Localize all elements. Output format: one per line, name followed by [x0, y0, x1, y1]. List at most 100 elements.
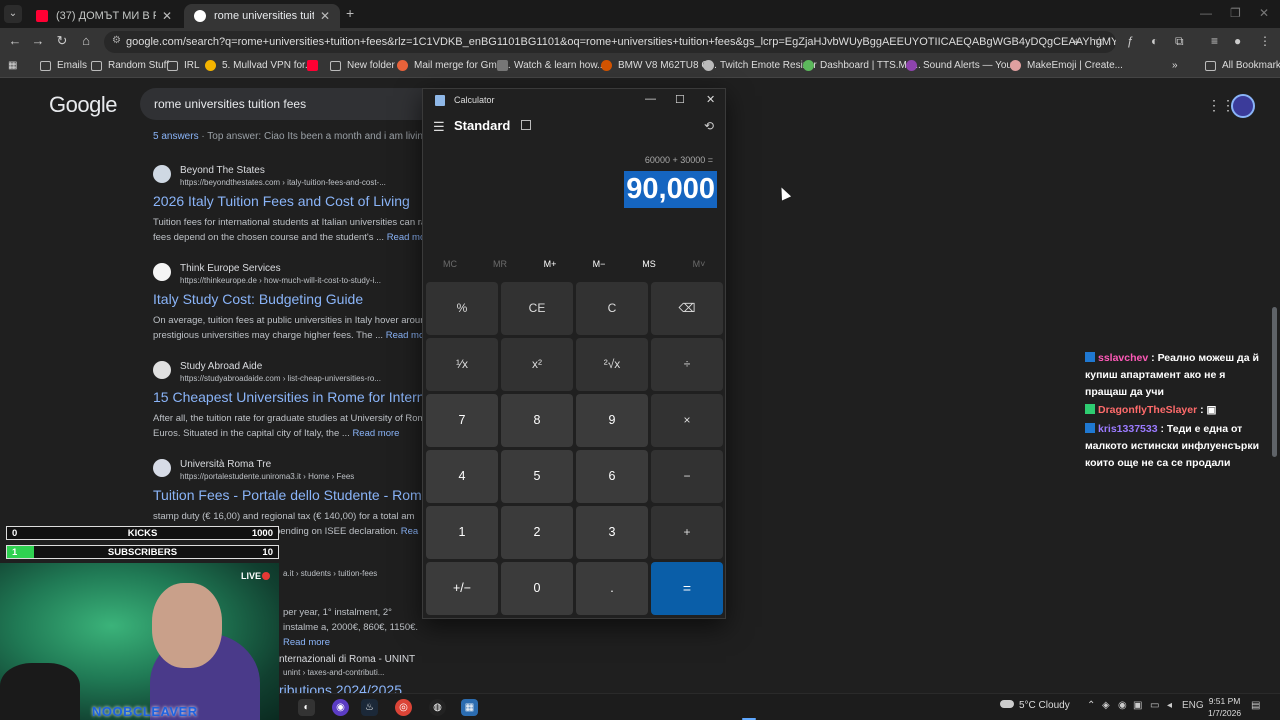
memory-list-button[interactable]: M˅ [674, 259, 724, 269]
calculator-titlebar[interactable]: Calculator — ☐ ✕ [423, 89, 725, 111]
digit-5-button[interactable]: 5 [501, 450, 573, 503]
divide-button[interactable]: ÷ [651, 338, 723, 391]
tray-app-icon[interactable]: ◉ [1118, 700, 1127, 711]
volume-icon[interactable]: ◂ [1167, 700, 1172, 711]
maximize-icon[interactable]: ❐ [1230, 6, 1241, 20]
negate-button[interactable]: +/− [426, 562, 498, 615]
menu-dots-icon[interactable]: ⋮ [1259, 34, 1271, 48]
tab-youtube[interactable]: (37) ДОМЪТ МИ В РИМ| Добр ✕ [26, 4, 182, 28]
square-button[interactable]: x² [501, 338, 573, 391]
bookmark-new-folder[interactable]: New folder [330, 60, 395, 71]
page-scrollbar[interactable] [1272, 307, 1277, 457]
bookmark-mail-merge[interactable]: Mail merge for Gma... [397, 60, 511, 71]
close-tab-icon[interactable]: ✕ [162, 9, 172, 23]
home-icon[interactable]: ⌂ [77, 33, 95, 48]
bookmark-sound-alerts[interactable]: Sound Alerts — You... [906, 60, 1020, 71]
result-title[interactable]: Italy Study Cost: Budgeting Guide [153, 291, 363, 307]
notification-icon[interactable]: ▤ [1251, 700, 1260, 711]
digit-6-button[interactable]: 6 [576, 450, 648, 503]
extensions-puzzle-icon[interactable]: ⧉ [1175, 34, 1184, 49]
digit-7-button[interactable]: 7 [426, 394, 498, 447]
bookmark-bmw[interactable]: BMW V8 M62TU8 C... [601, 60, 717, 71]
close-icon[interactable]: ✕ [706, 93, 715, 106]
memory-add-button[interactable]: M+ [525, 259, 575, 269]
result-title[interactable]: Tuition Fees - Portale dello Studente - … [153, 487, 442, 503]
result-url[interactable]: https://thinkeurope.de › how-much-will-i… [180, 276, 381, 285]
result-url[interactable]: https://beyondthestates.com › italy-tuit… [180, 178, 386, 187]
square-root-button[interactable]: ²√x [576, 338, 648, 391]
avatar[interactable] [1231, 94, 1255, 118]
new-tab-button[interactable]: + [346, 5, 354, 21]
digit-2-button[interactable]: 2 [501, 506, 573, 559]
bookmark-mullvad[interactable]: 5. Mullvad VPN for... [205, 60, 313, 71]
percent-button[interactable]: % [426, 282, 498, 335]
bookmark-tts-dashboard[interactable]: Dashboard | TTS.Mo... [803, 60, 921, 71]
close-window-icon[interactable]: ✕ [1259, 6, 1269, 20]
read-more-link[interactable]: Read mo [386, 330, 425, 341]
obs-icon[interactable]: ◍ [429, 699, 446, 716]
tray-app-icon[interactable]: ▣ [1133, 700, 1142, 711]
digit-4-button[interactable]: 4 [426, 450, 498, 503]
site-info-icon[interactable]: ⚙ [112, 35, 121, 46]
chrome-icon[interactable]: ◎ [395, 699, 412, 716]
bookmark-emails[interactable]: Emails [40, 60, 87, 71]
language-indicator[interactable]: ENG [1182, 700, 1204, 711]
memory-clear-button[interactable]: MC [425, 259, 475, 269]
history-icon[interactable]: ⟲ [704, 119, 714, 133]
navigation-menu-icon[interactable]: ☰ [433, 119, 445, 135]
close-tab-icon[interactable]: ✕ [320, 9, 330, 23]
digit-1-button[interactable]: 1 [426, 506, 498, 559]
result-site-name[interactable]: nternazionali di Roma - UNINT [279, 654, 415, 665]
read-more-link[interactable]: Read more [283, 637, 330, 648]
media-icon[interactable]: ≡ [1211, 34, 1218, 48]
minus-button[interactable]: − [651, 450, 723, 503]
network-icon[interactable]: ▭ [1150, 700, 1159, 711]
location-icon[interactable]: ⌖ [1073, 34, 1080, 49]
bookmark-makeemoji[interactable]: MakeEmoji | Create... [1010, 60, 1123, 71]
search-input[interactable]: rome universities tuition fees [140, 88, 440, 120]
result-url[interactable]: https://portalestudente.uniroma3.it › Ho… [180, 472, 354, 481]
read-more-link[interactable]: Read more [352, 428, 399, 439]
memory-subtract-button[interactable]: M− [574, 259, 624, 269]
google-logo[interactable]: Google [49, 92, 117, 118]
reload-icon[interactable]: ↻ [53, 33, 71, 49]
answers-count[interactable]: 5 answers [153, 131, 199, 142]
result-url[interactable]: unint › taxes-and-contributi... [283, 668, 384, 677]
forward-icon[interactable]: → [29, 33, 47, 48]
bookmark-star-icon[interactable]: ☆ [1094, 34, 1105, 48]
bookmark-youtube[interactable] [307, 60, 324, 71]
result-title[interactable]: 15 Cheapest Universities in Rome for Int… [153, 389, 436, 405]
digit-8-button[interactable]: 8 [501, 394, 573, 447]
decimal-button[interactable]: . [576, 562, 648, 615]
memory-store-button[interactable]: MS [624, 259, 674, 269]
equals-button[interactable]: = [651, 562, 723, 615]
maximize-icon[interactable]: ☐ [675, 93, 685, 106]
result-url[interactable]: https://studyabroadaide.com › list-cheap… [180, 374, 381, 383]
weather-widget[interactable]: 5°C Cloudy [1000, 700, 1070, 711]
minimize-icon[interactable]: — [645, 93, 656, 105]
tray-overflow-icon[interactable]: ⌃ [1087, 700, 1095, 711]
address-bar[interactable]: ⚙ google.com/search?q=rome+universities+… [104, 31, 1116, 53]
browser-app-icon[interactable]: ◉ [332, 699, 349, 716]
clear-button[interactable]: C [576, 282, 648, 335]
plus-button[interactable]: + [651, 506, 723, 559]
apps-grid-icon[interactable]: ▦ [8, 60, 17, 71]
result-site-name[interactable]: Beyond The States [180, 165, 265, 176]
reciprocal-button[interactable]: ¹⁄x [426, 338, 498, 391]
extension-icon[interactable]: ◐ [1151, 34, 1158, 48]
kick-app-icon[interactable]: ◐ [298, 699, 315, 716]
system-clock[interactable]: 9:51 PM 1/7/2026 [1208, 695, 1241, 719]
result-url[interactable]: a.it › students › tuition-fees [283, 569, 377, 578]
result-site-name[interactable]: Think Europe Services [180, 263, 281, 274]
read-more-link[interactable]: Rea [401, 526, 418, 537]
memory-recall-button[interactable]: MR [475, 259, 525, 269]
tab-google-search[interactable]: rome universities tuition fees - ✕ [184, 4, 340, 28]
digit-3-button[interactable]: 3 [576, 506, 648, 559]
steam-icon[interactable]: ♨ [361, 699, 378, 716]
tray-app-icon[interactable]: ◈ [1102, 700, 1110, 711]
bookmarks-overflow-icon[interactable]: » [1172, 60, 1178, 71]
bookmark-irl[interactable]: IRL [167, 60, 200, 71]
bookmark-random-stuff[interactable]: Random Stuff [91, 60, 169, 71]
bookmark-watch-learn[interactable]: Watch & learn how... [497, 60, 605, 71]
result-site-name[interactable]: Study Abroad Aide [180, 361, 262, 372]
